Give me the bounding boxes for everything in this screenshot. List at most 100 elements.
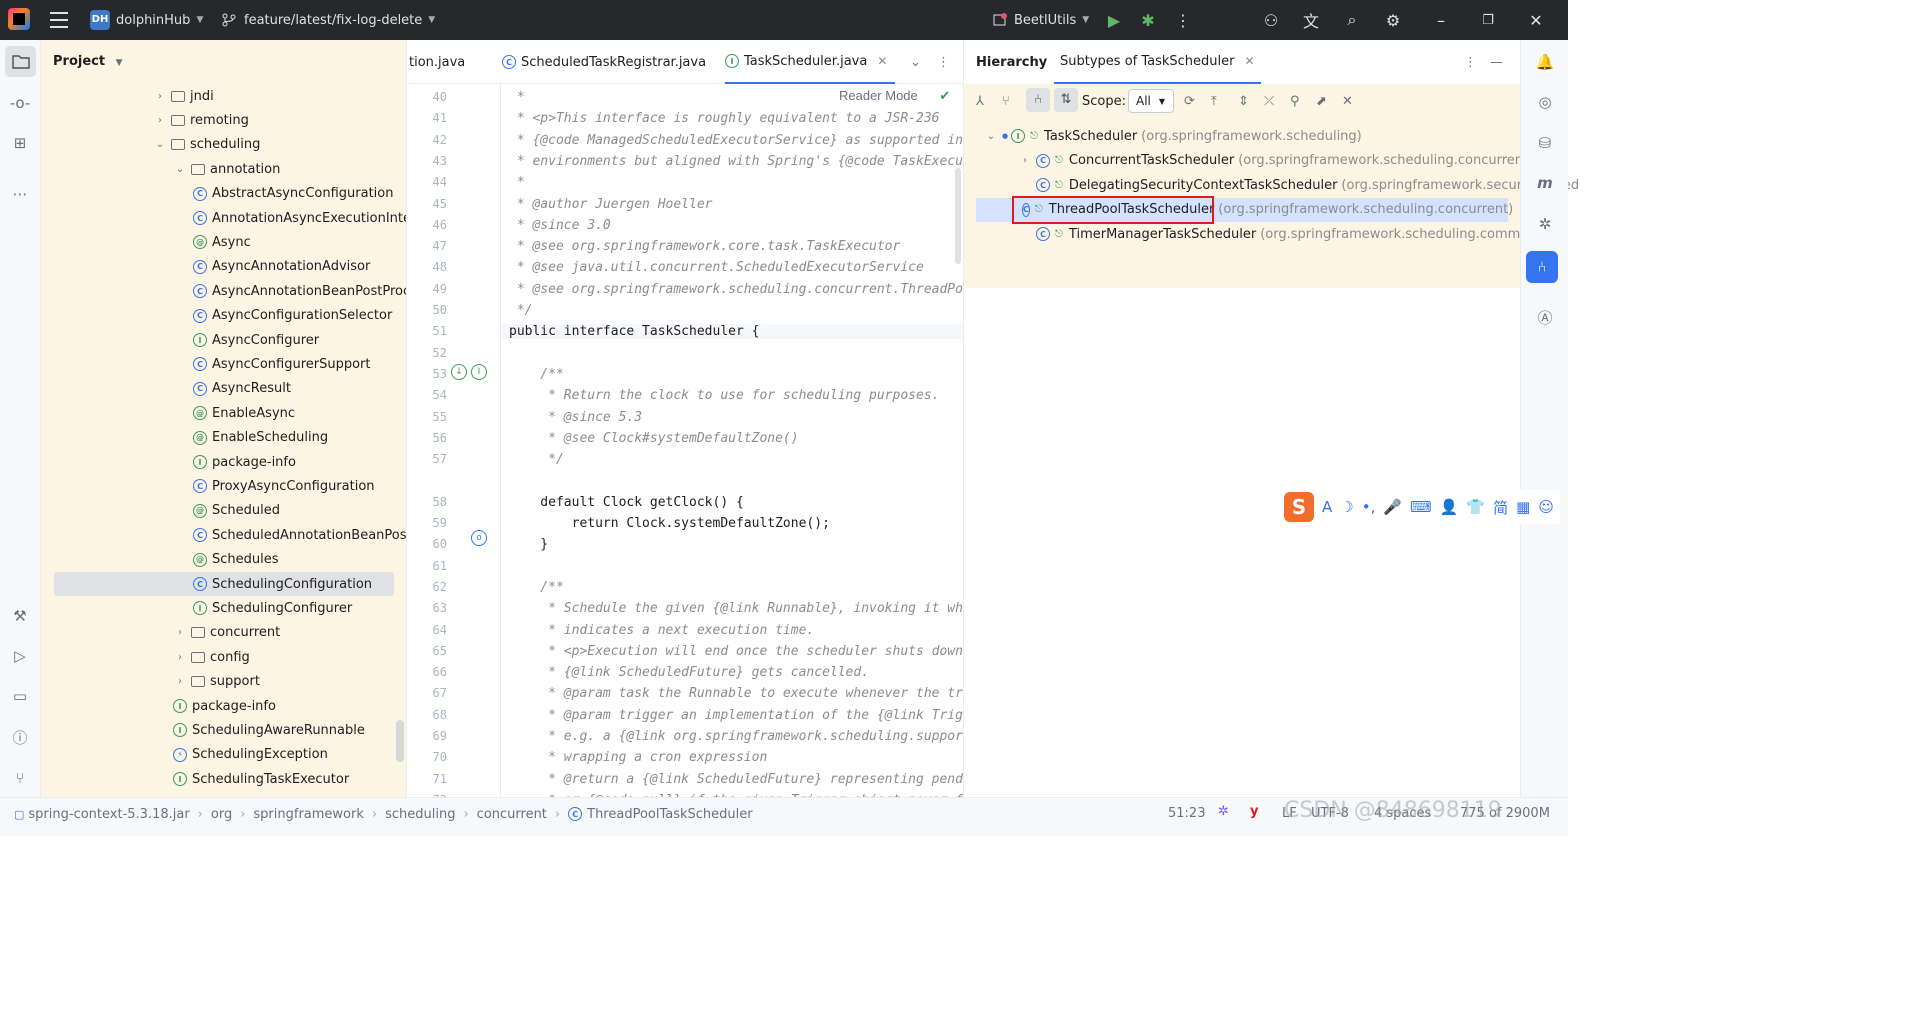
minimize-icon[interactable]: – [1430, 9, 1452, 31]
chevron-down-icon[interactable]: ⌄ [984, 131, 998, 142]
intellij-logo-icon[interactable] [8, 8, 30, 30]
tab-task-scheduler[interactable]: I TaskScheduler.java ✕ [725, 40, 896, 84]
tree-class-item[interactable]: C AsyncAnnotationBeanPostProces [41, 279, 406, 303]
tree-class-item[interactable]: C AnnotationAsyncExecutionInterce [41, 206, 406, 230]
hierarchy-row[interactable]: › C ⎋ ConcurrentTaskScheduler (org.springfra… [964, 149, 1533, 173]
supertypes-icon[interactable]: ⑂ [1002, 94, 1010, 109]
more-options-icon[interactable]: ⋮ [1464, 55, 1477, 70]
translate-icon[interactable]: 文 [1300, 9, 1322, 31]
commit-icon[interactable]: -o- [9, 92, 31, 114]
tree-folder-item[interactable]: › concurrent [41, 621, 280, 645]
ime-tool-icon[interactable]: ▦ [1516, 498, 1530, 516]
base-on-this-class-icon[interactable]: ⤒ [1211, 94, 1217, 109]
hierarchy-tool-icon[interactable]: ⑃ [1526, 251, 1558, 283]
ime-tool-icon[interactable]: ⌨ [1410, 498, 1432, 516]
terminal-icon[interactable]: ▭ [9, 685, 31, 707]
search-icon[interactable]: ⌕ [1341, 9, 1363, 31]
tree-class-item[interactable]: Ipackage-info [41, 450, 296, 474]
cursor-position[interactable]: 51:23 [1168, 806, 1205, 821]
reader-mode-toggle[interactable]: Reader Mode ✔ [839, 88, 950, 104]
project-panel-header[interactable]: Project ▼ [53, 54, 123, 69]
breadcrumb-item[interactable]: springframework [253, 807, 363, 822]
chevron-right-icon[interactable]: › [153, 91, 167, 102]
hide-panel-icon[interactable]: — [1490, 55, 1503, 70]
tab-scheduled-task-registrar[interactable]: C ScheduledTaskRegistrar.java [502, 40, 706, 84]
close-window-icon[interactable]: ✕ [1525, 9, 1547, 31]
chevron-right-icon[interactable]: › [1018, 155, 1032, 166]
more-tools-icon[interactable]: ⋯ [9, 183, 31, 205]
chevron-down-icon[interactable]: ⌄ [173, 164, 187, 175]
hierarchy-row[interactable]: C ⎋ DelegatingSecurityContextTaskScheduler… [964, 173, 1579, 197]
ime-tool-icon[interactable]: 👤 [1440, 498, 1459, 516]
tree-folder-item[interactable]: › jndi [41, 84, 214, 108]
hierarchy-row[interactable]: C ⎋ TimerManagerTaskScheduler (org.springfr… [964, 222, 1545, 246]
close-icon[interactable]: ✕ [1342, 94, 1353, 109]
tree-class-item[interactable]: C AsyncConfigurationSelector [41, 304, 392, 328]
tree-class-item[interactable]: C ScheduledAnnotationBeanPostPr [41, 523, 406, 547]
tabs-dropdown-icon[interactable]: ⌄ [910, 40, 921, 84]
tree-class-item[interactable]: @ Async [41, 230, 251, 254]
tree-class-item[interactable]: I SchedulingTaskExecutor [41, 767, 349, 791]
implemented-by-icon[interactable]: ↓ [451, 364, 467, 380]
tree-folder-item[interactable]: ⌄ annotation [41, 157, 281, 181]
tab-subtypes[interactable]: Subtypes of TaskScheduler ✕ [1054, 40, 1261, 84]
maven-icon[interactable]: m [1533, 171, 1557, 195]
translate-tool-icon[interactable]: Ⓐ [1533, 305, 1557, 329]
ime-tool-icon[interactable]: ☽ [1340, 498, 1353, 516]
chevron-right-icon[interactable]: › [173, 652, 187, 663]
plugin-icon[interactable]: ✲ [1533, 212, 1557, 236]
tabs-more-icon[interactable]: ⋮ [937, 40, 950, 84]
yuque-icon[interactable]: y [1250, 804, 1258, 819]
breadcrumb-item[interactable]: ThreadPoolTaskScheduler [587, 807, 753, 822]
ime-tool-icon[interactable]: 🎤 [1383, 498, 1402, 516]
tree-class-item[interactable]: C SchedulingConfiguration [54, 572, 394, 596]
ai-assistant-icon[interactable]: ◎ [1533, 90, 1557, 114]
run-icon[interactable]: ▶ [1103, 9, 1125, 31]
tree-class-item[interactable]: I SchedulingAwareRunnable [41, 718, 365, 742]
collapse-all-icon[interactable]: ⤫ [1264, 94, 1274, 109]
git-icon[interactable]: ⑂ [9, 767, 31, 789]
tree-class-item[interactable]: ⚡ SchedulingException [41, 743, 328, 767]
more-actions-icon[interactable]: ⋮ [1172, 9, 1194, 31]
settings-gear-icon[interactable]: ⚙ [1382, 9, 1404, 31]
project-scrollbar[interactable] [396, 720, 404, 762]
close-tab-icon[interactable]: ✕ [877, 54, 887, 68]
sogou-logo-icon[interactable]: S [1284, 492, 1314, 522]
tree-class-item[interactable]: C AsyncResult [41, 377, 291, 401]
open-in-window-icon[interactable]: ⬈ [1316, 94, 1327, 109]
tree-folder-item[interactable]: › config [41, 645, 250, 669]
tree-class-item[interactable]: C AsyncAnnotationAdvisor [41, 255, 370, 279]
type-hierarchy-icon[interactable]: ⅄ [976, 94, 984, 109]
tree-folder-item[interactable]: › support [41, 670, 260, 694]
code-area[interactable]: * * <p>This interface is roughly equival… [502, 84, 963, 797]
database-icon[interactable]: ⛁ [1533, 131, 1557, 155]
tree-class-item[interactable]: @ Scheduled [41, 499, 280, 523]
ime-tool-icon[interactable]: •, [1362, 498, 1376, 516]
breadcrumb-item[interactable]: scheduling [385, 807, 455, 822]
chevron-right-icon[interactable]: › [153, 115, 167, 126]
project-tool-folder-icon[interactable] [5, 46, 36, 77]
structure-icon[interactable]: ⊞ [9, 132, 31, 154]
ime-tool-icon[interactable]: 👕 [1466, 498, 1485, 516]
tree-class-item[interactable]: @ EnableScheduling [41, 426, 328, 450]
branch-switcher[interactable]: feature/latest/fix-log-delete ▼ [222, 0, 435, 40]
ime-tool-icon[interactable]: ☺ [1538, 498, 1554, 516]
tree-class-item[interactable]: C ProxyAsyncConfiguration [41, 474, 375, 498]
tab-tion-java[interactable]: tion.java [409, 40, 465, 84]
debug-icon[interactable]: ✱ [1137, 9, 1159, 31]
breadcrumb-item[interactable]: org [211, 807, 232, 822]
scope-select[interactable]: All ▼ [1128, 89, 1174, 113]
sort-alphabetically-icon[interactable]: ⇅ [1054, 88, 1078, 112]
subtypes-icon[interactable]: ⑃ [1026, 88, 1050, 112]
implementations-icon[interactable]: I [471, 364, 487, 380]
expand-all-icon[interactable]: ⇕ [1238, 94, 1249, 109]
main-menu-icon[interactable] [50, 12, 68, 28]
tree-folder-item[interactable]: ⌄ scheduling [41, 133, 261, 157]
tree-class-item[interactable]: I SchedulingConfigurer [41, 596, 352, 620]
pin-icon[interactable]: ⚲ [1290, 94, 1300, 109]
tree-class-item[interactable]: Ipackage-info [41, 694, 276, 718]
ime-tool-icon[interactable]: A [1322, 498, 1332, 516]
tree-class-item[interactable]: I AsyncConfigurer [41, 328, 319, 352]
chevron-down-icon[interactable]: ⌄ [153, 139, 167, 150]
restore-icon[interactable]: ❐ [1477, 9, 1499, 31]
